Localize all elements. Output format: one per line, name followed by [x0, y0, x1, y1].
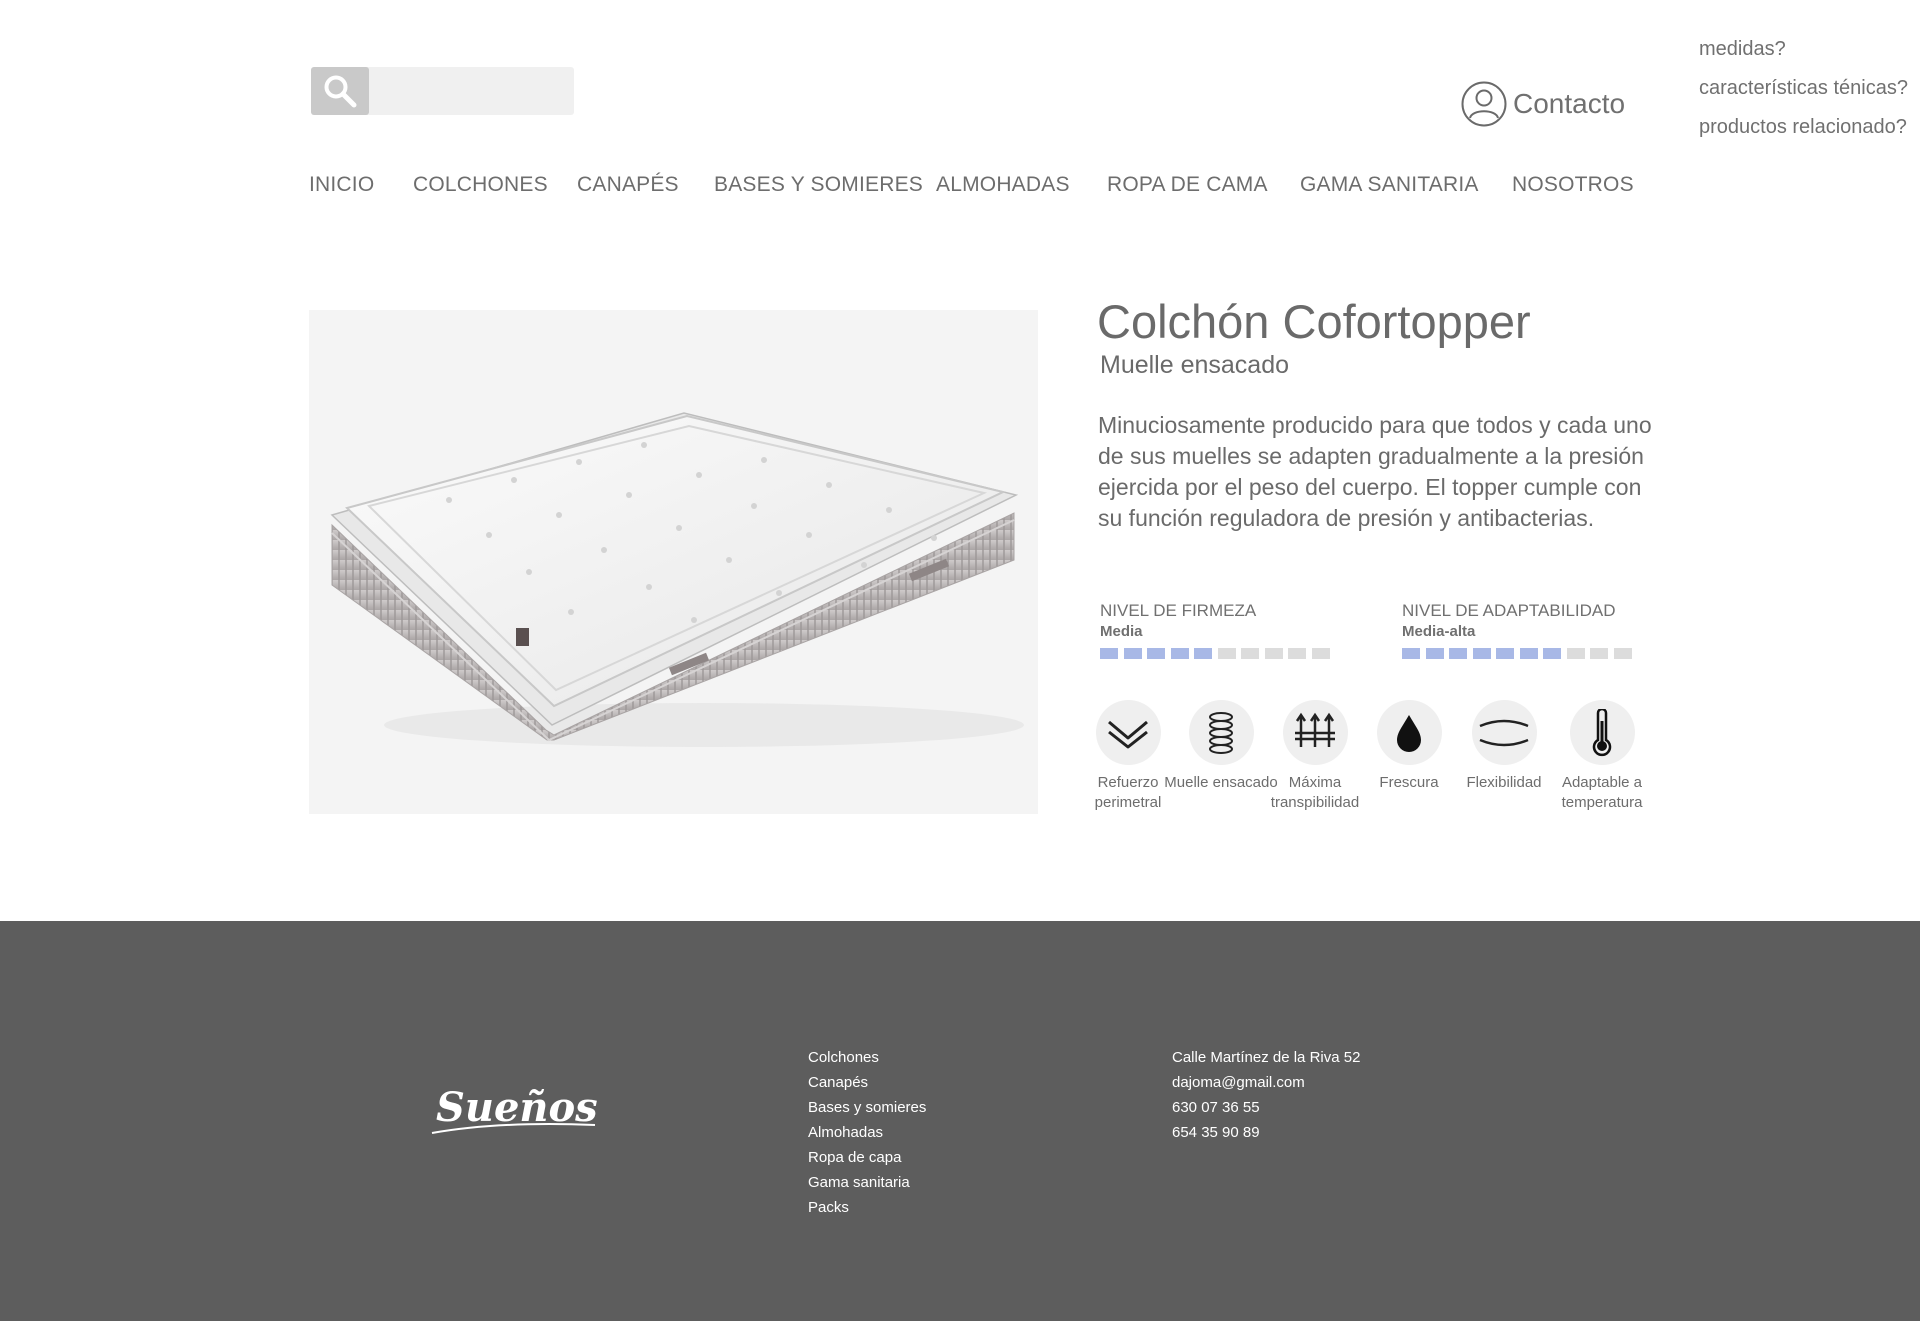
rating-segment — [1496, 648, 1514, 659]
nav-item-inicio[interactable]: INICIO — [309, 173, 374, 197]
footer-link-canapes[interactable]: Canapés — [808, 1070, 926, 1095]
footer-links: Colchones Canapés Bases y somieres Almoh… — [808, 1045, 926, 1220]
adaptability-bar — [1402, 648, 1637, 659]
feature-icon-circle — [1569, 700, 1635, 765]
footer-phone-2: 654 35 90 89 — [1172, 1124, 1260, 1141]
spring-coil-icon — [1209, 711, 1233, 754]
rating-segment — [1123, 648, 1142, 659]
rating-segment — [1566, 648, 1585, 659]
suenos-logo: Sueños — [431, 1084, 598, 1134]
rating-segment — [1241, 648, 1259, 659]
footer-link-bases-somieres[interactable]: Bases y somieres — [808, 1095, 926, 1120]
feature-label: Adaptable a temperatura — [1561, 774, 1643, 811]
side-link-productos[interactable]: productos relacionado? — [1699, 108, 1908, 147]
nav-item-almohadas[interactable]: ALMOHADAS — [936, 173, 1070, 197]
user-icon — [1461, 81, 1507, 127]
side-link-caracteristicas[interactable]: características ténicas? — [1699, 69, 1908, 108]
feature-icon-circle — [1471, 700, 1537, 765]
firmness-rating: NIVEL DE FIRMEZA Media — [1100, 601, 1335, 659]
rating-segment — [1402, 648, 1420, 659]
search-button[interactable] — [311, 67, 369, 115]
rating-segment — [1194, 648, 1212, 659]
rating-segment — [1472, 648, 1491, 659]
footer-link-colchones[interactable]: Colchones — [808, 1045, 926, 1070]
search-input[interactable] — [373, 67, 571, 115]
rating-segment — [1288, 648, 1306, 659]
footer-address: Calle Martínez de la Riva 52 — [1172, 1049, 1361, 1066]
thermometer-icon — [1592, 708, 1612, 756]
footer-phone-1: 630 07 36 55 — [1172, 1099, 1260, 1116]
firmness-value: Media — [1100, 623, 1143, 640]
nav-item-nosotros[interactable]: NOSOTROS — [1512, 173, 1634, 197]
feature-icon-circle — [1095, 700, 1161, 765]
rating-segment — [1217, 648, 1236, 659]
chevron-double-down-icon — [1108, 720, 1148, 748]
product-image — [309, 310, 1038, 814]
rating-segment — [1519, 648, 1538, 659]
nav-item-ropa-de-cama[interactable]: ROPA DE CAMA — [1107, 173, 1268, 197]
contact-label: Contacto — [1513, 88, 1626, 119]
nav-item-canapes[interactable]: CANAPÉS — [577, 173, 679, 197]
nav-item-gama-sanitaria[interactable]: GAMA SANITARIA — [1300, 173, 1479, 197]
contact-link[interactable]: Contacto — [1461, 81, 1625, 127]
feature-adaptable-temperatura: Adaptable a temperatura — [1542, 700, 1662, 813]
footer-link-packs[interactable]: Packs — [808, 1195, 926, 1220]
firmness-bar — [1100, 648, 1335, 659]
footer-link-ropa-de-capa[interactable]: Ropa de capa — [808, 1145, 926, 1170]
feature-icon-circle — [1376, 700, 1442, 765]
feature-icon-circle — [1282, 700, 1348, 765]
rating-segment — [1543, 648, 1561, 659]
rating-segment — [1147, 648, 1165, 659]
firmness-label: NIVEL DE FIRMEZA — [1100, 601, 1257, 620]
flex-curves-icon — [1479, 719, 1529, 746]
search-box — [311, 67, 574, 115]
search-icon — [324, 75, 357, 108]
rating-segment — [1425, 648, 1444, 659]
rating-segment — [1264, 648, 1283, 659]
footer-email: dajoma@gmail.com — [1172, 1074, 1305, 1091]
rating-segment — [1613, 648, 1632, 659]
mattress-illustration — [330, 412, 1024, 747]
adaptability-rating: NIVEL DE ADAPTABILIDAD Media-alta — [1402, 601, 1637, 659]
rating-segment — [1449, 648, 1467, 659]
rating-segment — [1170, 648, 1189, 659]
nav-item-bases-somieres[interactable]: BASES Y SOMIERES — [714, 173, 923, 197]
water-drop-icon — [1397, 714, 1421, 752]
adaptability-label: NIVEL DE ADAPTABILIDAD — [1402, 601, 1616, 620]
adaptability-value: Media-alta — [1402, 623, 1476, 640]
footer-logo: Sueños — [430, 1081, 600, 1146]
product-description: Minuciosamente producido para que todos … — [1098, 412, 1652, 531]
rating-segment — [1590, 648, 1608, 659]
side-link-medidas[interactable]: medidas? — [1699, 30, 1908, 69]
product-subtitle: Muelle ensacado — [1100, 351, 1290, 379]
feature-icon-circle — [1188, 700, 1254, 765]
nav-item-colchones[interactable]: COLCHONES — [413, 173, 548, 197]
arrows-up-icon — [1295, 712, 1335, 747]
rating-segment — [1100, 648, 1118, 659]
footer-link-gama-sanitaria[interactable]: Gama sanitaria — [808, 1170, 926, 1195]
main-nav: INICIO COLCHONES CANAPÉS BASES Y SOMIERE… — [0, 173, 1920, 203]
rating-segment — [1311, 648, 1330, 659]
product-title: Colchón Cofortopper — [1097, 295, 1531, 348]
footer-link-almohadas[interactable]: Almohadas — [808, 1120, 926, 1145]
side-links: medidas? características ténicas? produc… — [1699, 30, 1908, 147]
footer-contact: Calle Martínez de la Riva 52 dajoma@gmai… — [1172, 1045, 1360, 1145]
footer: Sueños Colchones Canapés Bases y somiere… — [0, 921, 1920, 1321]
